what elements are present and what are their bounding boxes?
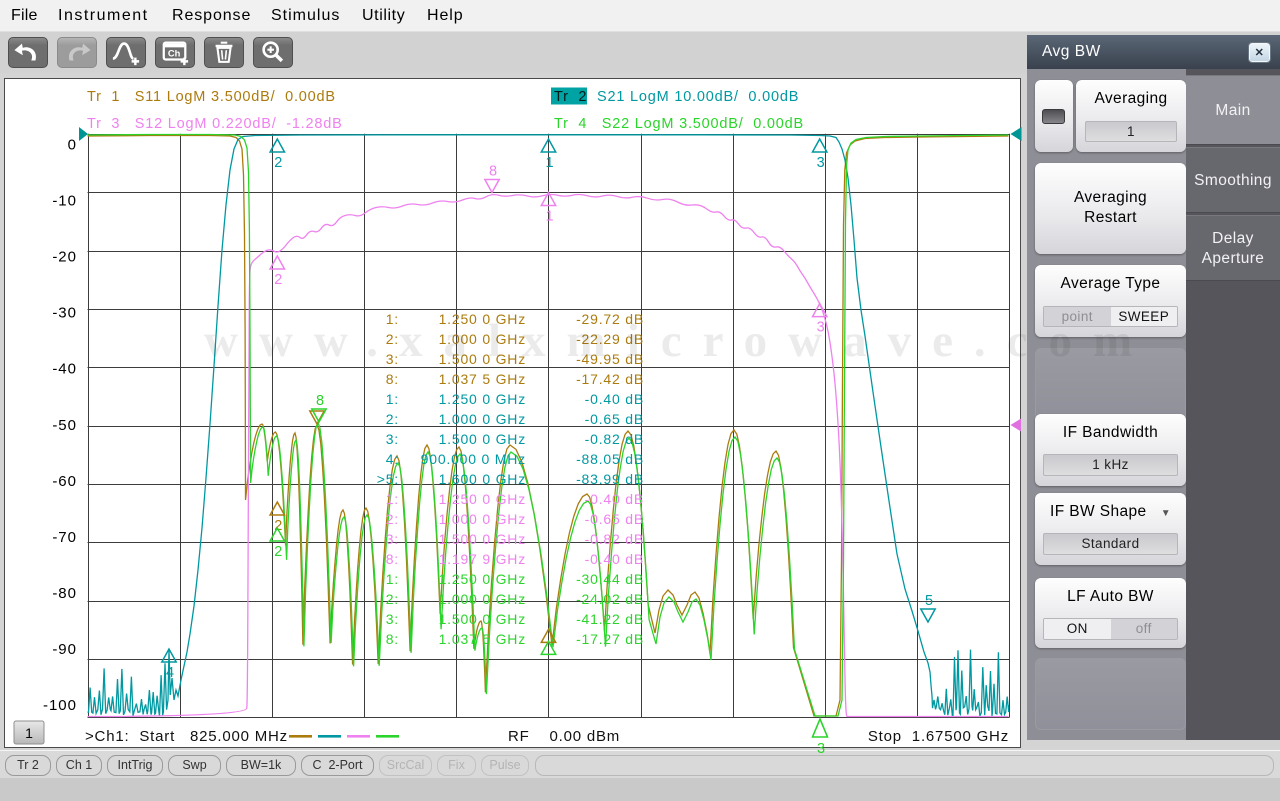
svg-text:8:: 8: <box>386 631 399 647</box>
svg-text:-20: -20 <box>52 249 77 266</box>
svg-text:0: 0 <box>68 137 77 154</box>
svg-text:1.000 0 GHz: 1.000 0 GHz <box>439 511 526 527</box>
svg-text:1: 1 <box>25 725 33 741</box>
svg-text:1:: 1: <box>386 491 399 507</box>
svg-text:4:: 4: <box>386 451 399 467</box>
svg-text:Stop 1.67500 GHz: Stop 1.67500 GHz <box>868 728 1009 745</box>
svg-text:-40: -40 <box>52 361 77 378</box>
svg-text:1.250 0 GHz: 1.250 0 GHz <box>439 571 526 587</box>
svg-text:Ch: Ch <box>168 49 181 59</box>
svg-text:3:: 3: <box>386 531 399 547</box>
svg-text:-0.65 dB: -0.65 dB <box>585 511 644 527</box>
svg-text:1.000 0 GHz: 1.000 0 GHz <box>439 411 526 427</box>
svg-text:-60: -60 <box>52 473 77 490</box>
svg-text:1: 1 <box>545 209 553 225</box>
svg-text:2: 2 <box>274 544 282 560</box>
svg-text:3: 3 <box>817 741 825 757</box>
svg-text:-17.27 dB: -17.27 dB <box>576 631 644 647</box>
svg-text:3:: 3: <box>386 611 399 627</box>
svg-text:1.037 5 GHz: 1.037 5 GHz <box>439 371 526 387</box>
svg-text:1.500 0 GHz: 1.500 0 GHz <box>439 611 526 627</box>
svg-text:-88.05 dB: -88.05 dB <box>576 451 644 467</box>
svg-text:8: 8 <box>489 164 497 180</box>
svg-text:2:: 2: <box>386 591 399 607</box>
svg-text:-83.99 dB: -83.99 dB <box>576 471 644 487</box>
svg-text:1.250 0 GHz: 1.250 0 GHz <box>439 491 526 507</box>
svg-text:RF 0.00 dBm: RF 0.00 dBm <box>508 728 620 745</box>
svg-text:-17.42 dB: -17.42 dB <box>576 371 644 387</box>
svg-text:1.197 9 GHz: 1.197 9 GHz <box>439 551 526 567</box>
svg-text:-0.40 dB: -0.40 dB <box>585 391 644 407</box>
svg-text:-10: -10 <box>52 193 77 210</box>
svg-text:Tr 3 S12 LogM 0.220dB/ -1.: Tr 3 S12 LogM 0.220dB/ -1.28dB <box>87 116 343 132</box>
svg-text:-0.82 dB: -0.82 dB <box>585 431 644 447</box>
svg-text:S21 LogM 10.00dB/ 0.00dB: S21 LogM 10.00dB/ 0.00dB <box>597 89 799 105</box>
svg-text:8: 8 <box>316 393 324 409</box>
svg-text:4: 4 <box>166 665 174 681</box>
svg-text:Tr 4 S22 LogM 3.500dB/ 0.0: Tr 4 S22 LogM 3.500dB/ 0.00dB <box>554 116 804 132</box>
svg-text:-0.40 dB: -0.40 dB <box>585 551 644 567</box>
svg-text:-30.44 dB: -30.44 dB <box>576 571 644 587</box>
svg-text:1.600 0 GHz: 1.600 0 GHz <box>439 471 526 487</box>
svg-text:1.500 0 GHz: 1.500 0 GHz <box>439 431 526 447</box>
svg-text:Tr 1 S11 LogM 3.500dB/ 0.0: Tr 1 S11 LogM 3.500dB/ 0.00dB <box>87 89 336 105</box>
svg-text:8:: 8: <box>386 371 399 387</box>
svg-text:1: 1 <box>545 155 553 171</box>
svg-text:3: 3 <box>817 155 825 171</box>
svg-text:900.000 0 MHz: 900.000 0 MHz <box>421 451 526 467</box>
svg-text:3:: 3: <box>386 431 399 447</box>
svg-text:-30: -30 <box>52 305 77 322</box>
svg-text:2: 2 <box>274 155 282 171</box>
svg-text:>Ch1: Start 825.000 MHz: >Ch1: Start 825.000 MHz <box>85 728 288 745</box>
svg-text:2: 2 <box>274 272 282 288</box>
svg-text:1:: 1: <box>386 571 399 587</box>
svg-text:1.500 0 GHz: 1.500 0 GHz <box>439 531 526 547</box>
svg-text:-90: -90 <box>52 641 77 658</box>
svg-text:-0.65 dB: -0.65 dB <box>585 411 644 427</box>
svg-text:-0.40 dB: -0.40 dB <box>585 491 644 507</box>
svg-text:-70: -70 <box>52 529 77 546</box>
svg-text:Tr 2: Tr 2 <box>554 89 587 105</box>
svg-text:-24.02 dB: -24.02 dB <box>576 591 644 607</box>
svg-text:-80: -80 <box>52 585 77 602</box>
svg-text:1:: 1: <box>386 391 399 407</box>
svg-text:5: 5 <box>925 593 933 609</box>
svg-text:-41.22 dB: -41.22 dB <box>576 611 644 627</box>
svg-text:-100: -100 <box>43 697 77 714</box>
svg-text:1.000 0 GHz: 1.000 0 GHz <box>439 591 526 607</box>
svg-text:-50: -50 <box>52 417 77 434</box>
svg-text:8:: 8: <box>386 551 399 567</box>
svg-text:2:: 2: <box>386 511 399 527</box>
svg-text:2:: 2: <box>386 411 399 427</box>
svg-text:>5:: >5: <box>377 471 399 487</box>
svg-text:1.037 5 GHz: 1.037 5 GHz <box>439 631 526 647</box>
svg-text:1.250 0 GHz: 1.250 0 GHz <box>439 391 526 407</box>
svg-text:-0.82 dB: -0.82 dB <box>585 531 644 547</box>
